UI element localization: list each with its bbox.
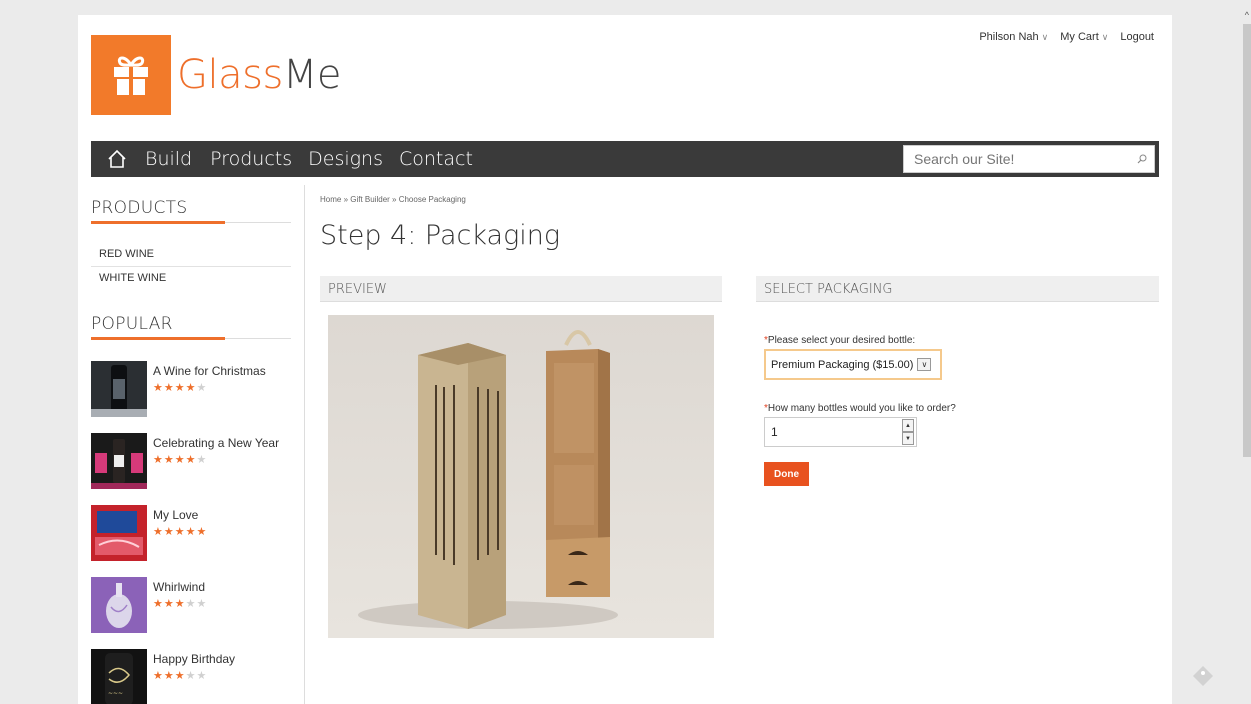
category-red-wine[interactable]: RED WINE [91,243,291,267]
home-icon[interactable] [101,141,133,177]
site-logo[interactable]: GlassMe [91,35,341,115]
nav-contact[interactable]: Contact [399,148,473,170]
page-container: GlassMe Philson Nah ∨ My Cart ∨ Logout Bui… [78,15,1172,704]
popular-item[interactable]: Celebrating a New Year ★★★★★ [91,433,304,505]
site-name: GlassMe [177,52,341,98]
tag-icon[interactable] [1192,665,1214,687]
quantity-label: *How many bottles would you like to orde… [764,403,956,414]
logout-link[interactable]: Logout [1120,31,1154,43]
nav-products[interactable]: Products [210,148,292,170]
product-category-list: RED WINE WHITE WINE [91,243,291,290]
packaging-form: *Please select your desired bottle: Prem… [764,335,1124,486]
done-button[interactable]: Done [764,462,809,486]
increment-icon[interactable]: ▲ [902,419,914,432]
star-rating: ★★★★★ [153,670,208,682]
nav-build[interactable]: Build [145,148,192,170]
gift-icon [91,35,171,115]
popular-item-title[interactable]: Happy Birthday [153,652,235,666]
quantity-stepper[interactable]: 1 ▲ ▼ [764,417,917,447]
product-thumbnail[interactable] [91,361,147,417]
chevron-down-icon: ∨ [1041,32,1049,42]
popular-item-title[interactable]: Celebrating a New Year [153,436,279,450]
user-bar: Philson Nah ∨ My Cart ∨ Logout [979,31,1154,43]
product-thumbnail[interactable] [91,577,147,633]
sidebar: PRODUCTS RED WINE WHITE WINE POPULAR A W… [91,185,305,704]
category-white-wine[interactable]: WHITE WINE [91,267,291,290]
popular-item-title[interactable]: My Love [153,508,207,522]
bottle-label: *Please select your desired bottle: [764,335,916,346]
bottle-select[interactable]: Premium Packaging ($15.00) ∨ [764,349,942,380]
cart-menu[interactable]: My Cart ∨ [1060,31,1108,43]
site-search [903,145,1155,173]
star-rating: ★★★★★ [153,454,208,466]
main-nav: Build Products Designs Contact [91,141,1159,177]
popular-item[interactable]: A Wine for Christmas ★★★★★ [91,361,304,433]
chevron-down-icon: ∨ [1101,32,1109,42]
quantity-value: 1 [771,425,778,439]
preview-heading: PREVIEW [320,276,722,302]
search-input[interactable] [904,146,1130,172]
scroll-up-icon[interactable]: ^ [1245,10,1249,20]
popular-heading: POPULAR [91,314,291,340]
popular-item-title[interactable]: Whirlwind [153,580,207,594]
user-menu[interactable]: Philson Nah ∨ [979,31,1048,43]
chevron-down-icon[interactable]: ∨ [917,358,932,371]
products-heading: PRODUCTS [91,198,291,224]
star-rating: ★★★★★ [153,382,208,394]
product-thumbnail[interactable] [91,505,147,561]
star-rating: ★★★★★ [153,526,208,538]
star-rating: ★★★★★ [153,598,208,610]
packaging-preview-image [328,315,714,638]
svg-text:~~~: ~~~ [108,690,123,697]
popular-item[interactable]: Whirlwind ★★★★★ [91,577,304,649]
popular-item[interactable]: My Love ★★★★★ [91,505,304,577]
product-thumbnail[interactable]: ~~~ [91,649,147,704]
bottle-select-value: Premium Packaging ($15.00) [771,358,914,371]
popular-item-title[interactable]: A Wine for Christmas [153,364,266,378]
page-title: Step 4: Packaging [320,220,561,251]
scrollbar-thumb[interactable] [1243,24,1251,457]
popular-item[interactable]: ~~~ Happy Birthday ★★★★★ [91,649,304,704]
popular-list: A Wine for Christmas ★★★★★ Celebrating a… [91,361,304,704]
search-icon[interactable] [1130,154,1154,164]
decrement-icon[interactable]: ▼ [902,432,914,445]
product-thumbnail[interactable] [91,433,147,489]
nav-designs[interactable]: Designs [308,148,383,170]
breadcrumb[interactable]: Home » Gift Builder » Choose Packaging [320,195,466,204]
select-packaging-heading: SELECT PACKAGING [756,276,1159,302]
